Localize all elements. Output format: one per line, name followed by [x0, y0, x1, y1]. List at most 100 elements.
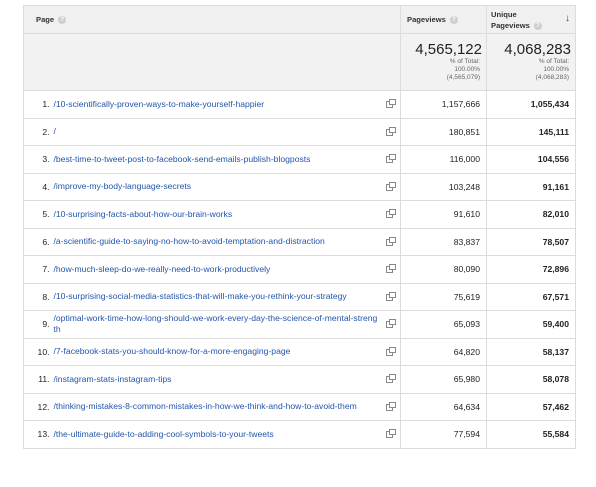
page-link[interactable]: /the-ultimate-guide-to-adding-cool-symbo…	[54, 429, 274, 439]
pageviews-cell: 91,610	[400, 200, 487, 229]
row-index: 8.	[23, 282, 54, 311]
analytics-table-container: Page? Pageviews? Unique Pageviews? ↓ 4,5…	[23, 5, 576, 449]
table-row: 12./thinking-mistakes-8-common-mistakes-…	[23, 392, 576, 421]
open-in-new-window-icon[interactable]	[386, 429, 396, 439]
pageviews-cell: 64,820	[400, 337, 487, 366]
page-link[interactable]: /instagram-stats-instagram-tips	[54, 374, 172, 384]
open-in-new-window-icon[interactable]	[386, 291, 396, 301]
row-index: 7.	[23, 255, 54, 284]
column-header-page-label: Page	[36, 15, 55, 24]
page-cell: /10-surprising-social-media-statistics-t…	[53, 282, 401, 311]
row-index: 11.	[23, 365, 54, 394]
open-in-new-window-icon[interactable]	[386, 346, 396, 356]
total-pageviews: 4,565,122	[415, 41, 482, 58]
page-cell: /	[53, 117, 401, 146]
page-cell: /how-much-sleep-do-we-really-need-to-wor…	[53, 255, 401, 284]
table-row: 2./ 180,851 145,111	[23, 117, 576, 146]
page-link[interactable]: /a-scientific-guide-to-saying-no-how-to-…	[54, 236, 325, 246]
open-in-new-window-icon[interactable]	[386, 154, 396, 164]
pageviews-cell: 80,090	[400, 255, 487, 284]
table-row: 8./10-surprising-social-media-statistics…	[23, 282, 576, 311]
pages-table: Page? Pageviews? Unique Pageviews? ↓ 4,5…	[23, 5, 576, 449]
row-index: 12.	[23, 392, 54, 421]
open-in-new-window-icon[interactable]	[386, 181, 396, 191]
pageviews-cell: 1,157,666	[400, 90, 487, 119]
pageviews-cell: 77,594	[400, 420, 487, 449]
table-header-row: Page? Pageviews? Unique Pageviews? ↓	[23, 5, 576, 34]
unique-pageviews-cell: 82,010	[486, 200, 576, 229]
table-row: 13./the-ultimate-guide-to-adding-cool-sy…	[23, 420, 576, 449]
open-in-new-window-icon[interactable]	[386, 264, 396, 274]
page-link[interactable]: /10-surprising-social-media-statistics-t…	[54, 291, 347, 301]
column-header-pageviews[interactable]: Pageviews?	[400, 5, 487, 34]
totals-pageviews-cell: 4,565,122 % of Total: 100.00% (4,565,079…	[400, 33, 487, 91]
open-in-new-window-icon[interactable]	[386, 319, 396, 329]
open-in-new-window-icon[interactable]	[386, 401, 396, 411]
unique-pageviews-cell: 57,462	[486, 392, 576, 421]
column-header-unique-label-line1: Unique	[491, 9, 517, 19]
unique-pageviews-cell: 58,137	[486, 337, 576, 366]
table-row: 7./how-much-sleep-do-we-really-need-to-w…	[23, 255, 576, 284]
unique-pageviews-cell: 78,507	[486, 227, 576, 256]
page-link[interactable]: /how-much-sleep-do-we-really-need-to-wor…	[54, 264, 271, 274]
arrow-down-icon[interactable]: ↓	[565, 13, 570, 24]
page-cell: /7-facebook-stats-you-should-know-for-a-…	[53, 337, 401, 366]
pageviews-cell: 83,837	[400, 227, 487, 256]
column-header-unique-label-line2: Pageviews	[491, 20, 530, 30]
page-cell: /thinking-mistakes-8-common-mistakes-in-…	[53, 392, 401, 421]
page-cell: /optimal-work-time-how-long-should-we-wo…	[53, 310, 401, 339]
totals-empty-cell	[23, 33, 401, 91]
page-link[interactable]: /7-facebook-stats-you-should-know-for-a-…	[54, 346, 291, 356]
page-link[interactable]: /	[54, 126, 56, 136]
totals-unique-cell: 4,068,283 % of Total: 100.00% (4,068,283…	[486, 33, 576, 91]
pageviews-cell: 180,851	[400, 117, 487, 146]
open-in-new-window-icon[interactable]	[386, 126, 396, 136]
unique-pageviews-cell: 91,161	[486, 172, 576, 201]
page-link[interactable]: /best-time-to-tweet-post-to-facebook-sen…	[54, 154, 311, 164]
page-cell: /improve-my-body-language-secrets	[53, 172, 401, 201]
unique-pageviews-cell: 72,896	[486, 255, 576, 284]
row-index: 3.	[23, 145, 54, 174]
pageviews-cell: 116,000	[400, 145, 487, 174]
open-in-new-window-icon[interactable]	[386, 209, 396, 219]
column-header-unique-pageviews[interactable]: Unique Pageviews? ↓	[486, 5, 576, 34]
page-link[interactable]: /thinking-mistakes-8-common-mistakes-in-…	[54, 401, 357, 411]
pageviews-cell: 65,093	[400, 310, 487, 339]
help-icon[interactable]: ?	[449, 16, 458, 24]
page-link[interactable]: /10-scientifically-proven-ways-to-make-y…	[54, 99, 265, 109]
unique-pageviews-cell: 58,078	[486, 365, 576, 394]
unique-pageviews-cell: 67,571	[486, 282, 576, 311]
total-unique-abs: (4,068,283)	[535, 74, 569, 81]
column-header-page[interactable]: Page?	[23, 5, 401, 34]
table-row: 5./10-surprising-facts-about-how-our-bra…	[23, 200, 576, 229]
row-index: 9.	[23, 310, 54, 339]
total-pageviews-abs: (4,565,079)	[446, 74, 480, 81]
table-row: 9./optimal-work-time-how-long-should-we-…	[23, 310, 576, 339]
row-index: 2.	[23, 117, 54, 146]
unique-pageviews-cell: 59,400	[486, 310, 576, 339]
unique-pageviews-cell: 55,584	[486, 420, 576, 449]
page-cell: /10-scientifically-proven-ways-to-make-y…	[53, 90, 401, 119]
total-unique-pct-value: 100.00%	[543, 66, 569, 73]
page-link[interactable]: /10-surprising-facts-about-how-our-brain…	[54, 209, 233, 219]
total-unique-pageviews: 4,068,283	[504, 41, 571, 58]
row-index: 4.	[23, 172, 54, 201]
table-row: 3./best-time-to-tweet-post-to-facebook-s…	[23, 145, 576, 174]
table-row: 10./7-facebook-stats-you-should-know-for…	[23, 337, 576, 366]
help-icon[interactable]: ?	[533, 21, 542, 30]
unique-pageviews-cell: 104,556	[486, 145, 576, 174]
open-in-new-window-icon[interactable]	[386, 374, 396, 384]
page-cell: /a-scientific-guide-to-saying-no-how-to-…	[53, 227, 401, 256]
page-cell: /instagram-stats-instagram-tips	[53, 365, 401, 394]
total-pageviews-pct-value: 100.00%	[454, 66, 480, 73]
open-in-new-window-icon[interactable]	[386, 99, 396, 109]
page-link[interactable]: /improve-my-body-language-secrets	[54, 181, 192, 191]
open-in-new-window-icon[interactable]	[386, 236, 396, 246]
unique-pageviews-cell: 1,055,434	[486, 90, 576, 119]
pageviews-cell: 64,634	[400, 392, 487, 421]
row-index: 6.	[23, 227, 54, 256]
page-cell: /best-time-to-tweet-post-to-facebook-sen…	[53, 145, 401, 174]
help-icon[interactable]: ?	[58, 16, 67, 24]
pageviews-cell: 75,619	[400, 282, 487, 311]
page-link[interactable]: /optimal-work-time-how-long-should-we-wo…	[54, 313, 378, 334]
